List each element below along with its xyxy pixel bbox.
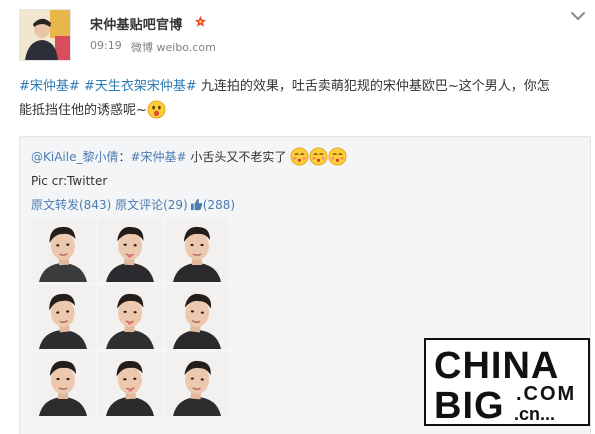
photo-thumbnail[interactable] [98,285,162,349]
blushing-face-icon [328,147,347,166]
watermark-line2: BIG [434,385,505,426]
original-likes-count[interactable]: (288) [203,198,235,212]
repost-topic-link[interactable]: #宋仲基# [130,150,186,164]
post-time[interactable]: 09:19 [90,39,122,52]
original-comments-link[interactable]: 原文评论(29) [115,198,188,212]
blushing-face-icon [309,147,328,166]
author-name[interactable]: 宋仲基贴吧官博 [90,14,182,33]
photo-thumbnail[interactable] [31,218,95,282]
repost-message: 小舌头又不老实了 [186,150,287,164]
post-text: #宋仲基# #天生衣架宋仲基# 九连拍的效果，吐舌卖萌犯规的宋仲基欧巴~这个男人… [19,75,584,123]
topic-link[interactable]: #宋仲基# [19,79,80,94]
post-text-line1: 九连拍的效果，吐舌卖萌犯规的宋仲基欧巴~这个男人，你怎 [200,79,550,94]
repost-text: @KiAile_黎小倩：#宋仲基# 小舌头又不老实了 [31,146,347,168]
blushing-face-icon [290,147,309,166]
watermark-suffix-top: .COM [516,383,576,405]
photo-thumbnail[interactable] [165,218,229,282]
chevron-down-icon[interactable] [570,10,586,22]
photo-thumbnail[interactable] [31,352,95,416]
surprised-face-icon [147,100,166,119]
post-source[interactable]: 微博 weibo.com [131,39,216,55]
weibo-post: 宋仲基贴吧官博 09:19 微博 weibo.com #宋仲基# #天生衣架宋仲… [0,0,595,434]
original-reposts-link[interactable]: 原文转发(843) [31,198,111,212]
post-text-line2: 能抵挡住他的诱惑呢~ [19,103,147,118]
repost-user-link[interactable]: @KiAile_黎小倩 [31,150,118,164]
red-star-icon [194,15,207,27]
chinabig-watermark: CHINA BIG .COM .cn... [424,338,590,426]
photo-thumbnail[interactable] [98,352,162,416]
watermark-line1: CHINA [434,345,559,387]
photo-thumbnail[interactable] [165,352,229,416]
avatar[interactable] [19,9,71,61]
photo-thumbnail[interactable] [165,285,229,349]
repost-stats: 原文转发(843) 原文评论(29) (288) [31,196,235,213]
photo-credit: Pic cr:Twitter [31,174,108,188]
photo-thumbnail[interactable] [31,285,95,349]
thumbs-up-icon[interactable] [190,198,203,211]
watermark-suffix-bottom: .cn... [514,404,555,424]
repost-separator: ： [118,150,131,164]
photo-grid [31,218,229,416]
photo-thumbnail[interactable] [98,218,162,282]
topic-link[interactable]: #天生衣架宋仲基# [84,79,197,94]
